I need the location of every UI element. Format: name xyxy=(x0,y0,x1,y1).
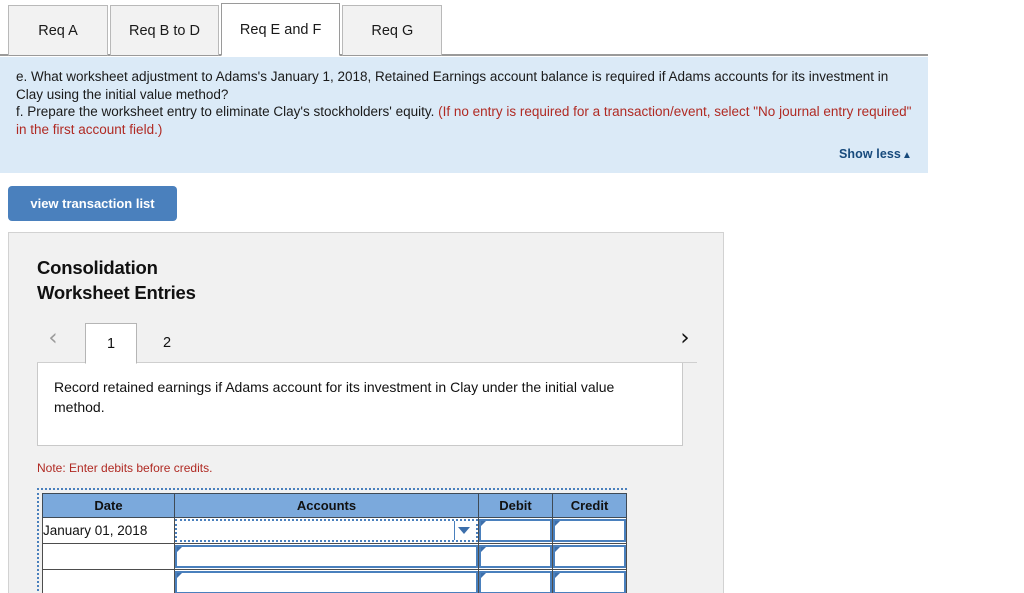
chevron-down-icon[interactable] xyxy=(454,521,473,540)
debit-input[interactable] xyxy=(479,519,552,542)
worksheet-title-line1: Consolidation xyxy=(37,257,158,278)
date-cell[interactable]: January 01, 2018 xyxy=(42,517,175,544)
column-header-accounts: Accounts xyxy=(174,493,479,518)
column-header-date: Date xyxy=(42,493,175,518)
cell-marker-icon xyxy=(481,573,486,578)
column-header-debit: Debit xyxy=(478,493,553,518)
worksheet-title: Consolidation Worksheet Entries xyxy=(37,255,196,305)
debit-input[interactable] xyxy=(479,571,552,593)
worksheet-title-line2: Worksheet Entries xyxy=(37,282,196,303)
credit-cell[interactable] xyxy=(552,569,627,593)
entry-tab-2[interactable]: 2 xyxy=(141,323,193,363)
credit-input[interactable] xyxy=(553,571,626,593)
cell-marker-icon xyxy=(555,573,560,578)
requirement-tabstrip: Req A Req B to D Req E and F Req G xyxy=(0,0,1024,57)
account-select[interactable] xyxy=(175,519,478,542)
show-less-label: Show less xyxy=(838,147,901,161)
entry-tab-1[interactable]: 1 xyxy=(85,323,137,364)
requirement-tabs: Req A Req B to D Req E and F Req G xyxy=(8,3,444,56)
chevron-right-icon[interactable]: › xyxy=(673,325,697,353)
credit-cell[interactable] xyxy=(552,517,627,544)
tab-req-a[interactable]: Req A xyxy=(8,5,108,56)
journal-entry-table-wrapper: Date Accounts Debit Credit January 01, 2… xyxy=(37,488,627,593)
debit-cell[interactable] xyxy=(478,569,553,593)
instruction-line-f-text: f. Prepare the worksheet entry to elimin… xyxy=(16,104,439,119)
cell-marker-icon xyxy=(177,547,182,552)
tab-req-g[interactable]: Req G xyxy=(342,5,443,56)
chevron-left-icon[interactable]: ‹ xyxy=(41,325,65,353)
table-row xyxy=(42,543,627,570)
credit-input[interactable] xyxy=(553,545,626,568)
entry-description-text: Record retained earnings if Adams accoun… xyxy=(54,379,615,415)
table-header-row: Date Accounts Debit Credit xyxy=(42,493,627,518)
cell-marker-icon xyxy=(177,573,182,578)
caret-up-icon: ▲ xyxy=(902,150,912,161)
entry-pagination: ‹ 1 2 › xyxy=(37,315,697,364)
debits-before-credits-note: Note: Enter debits before credits. xyxy=(37,461,213,475)
worksheet-panel: Consolidation Worksheet Entries ‹ 1 2 › … xyxy=(8,232,724,593)
entry-description-box: Record retained earnings if Adams accoun… xyxy=(37,363,683,446)
date-cell[interactable] xyxy=(42,543,175,570)
page-root: Req A Req B to D Req E and F Req G e. Wh… xyxy=(0,0,1024,593)
date-cell[interactable] xyxy=(42,569,175,593)
view-transaction-list-button[interactable]: view transaction list xyxy=(8,186,177,221)
credit-input[interactable] xyxy=(553,519,626,542)
tab-req-b-to-d[interactable]: Req B to D xyxy=(110,5,219,56)
cell-marker-icon xyxy=(555,521,560,526)
debit-cell[interactable] xyxy=(478,543,553,570)
cell-marker-icon xyxy=(481,547,486,552)
cell-marker-icon xyxy=(481,521,486,526)
tab-req-e-and-f[interactable]: Req E and F xyxy=(220,3,341,56)
account-cell[interactable] xyxy=(174,543,479,570)
instruction-line-f: f. Prepare the worksheet entry to elimin… xyxy=(16,103,912,138)
account-cell[interactable] xyxy=(174,569,479,593)
debit-input[interactable] xyxy=(479,545,552,568)
show-less-toggle[interactable]: Show less▲ xyxy=(839,147,912,161)
column-header-credit: Credit xyxy=(552,493,627,518)
account-select[interactable] xyxy=(175,545,478,568)
journal-entry-table: Date Accounts Debit Credit January 01, 2… xyxy=(42,493,627,593)
credit-cell[interactable] xyxy=(552,543,627,570)
cell-marker-icon xyxy=(555,547,560,552)
account-cell[interactable] xyxy=(174,517,479,544)
instruction-panel: e. What worksheet adjustment to Adams's … xyxy=(0,57,928,173)
debit-cell[interactable] xyxy=(478,517,553,544)
table-row xyxy=(42,569,627,593)
table-row: January 01, 2018 xyxy=(42,517,627,544)
account-select[interactable] xyxy=(175,571,478,593)
instruction-line-e: e. What worksheet adjustment to Adams's … xyxy=(16,69,889,102)
